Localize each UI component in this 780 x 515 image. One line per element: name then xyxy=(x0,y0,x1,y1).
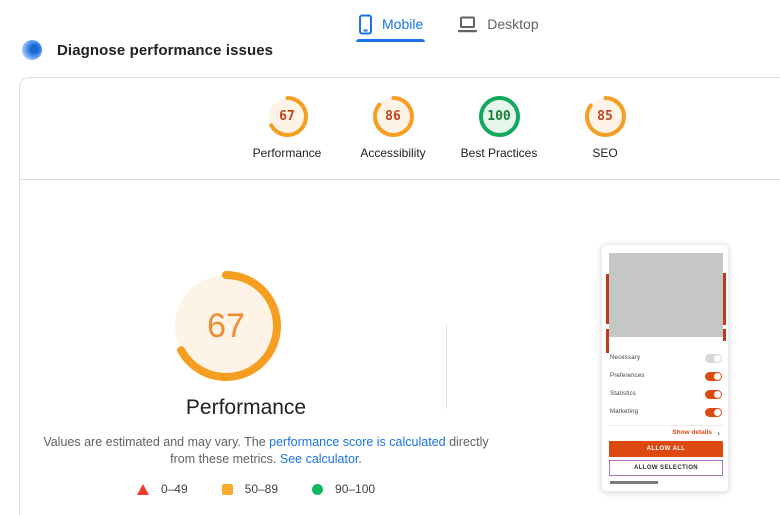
pagespeed-insights-page: Diagnose performance issues Mobile Deskt… xyxy=(0,0,780,515)
cookie-category-label: Statistics xyxy=(610,391,637,397)
screenshot-right-bar xyxy=(723,329,726,341)
green-circle-icon xyxy=(312,483,324,495)
show-details-label: Show details xyxy=(672,429,712,436)
chevron-right-icon: › xyxy=(717,427,720,438)
gauge-label: Best Practices xyxy=(460,146,538,160)
cookie-consent-toggles: Necessary Preferences Statistics Marketing xyxy=(610,349,722,421)
score-range-legend: 0–49 50–89 90–100 xyxy=(46,482,466,496)
performance-description: Values are estimated and may vary. The p… xyxy=(40,434,492,468)
allow-all-button: ALLOW ALL xyxy=(609,441,723,457)
tab-mobile-label: Mobile xyxy=(382,16,424,32)
toggle-knob xyxy=(714,408,721,416)
toggle-switch xyxy=(705,389,722,399)
summary-gauge-best-practices[interactable]: 100 Best Practices xyxy=(454,96,544,160)
orange-square-icon xyxy=(221,483,233,495)
toggle-knob xyxy=(714,372,721,380)
description-text: Values are estimated and may vary. The xyxy=(43,435,270,449)
allow-selection-button: ALLOW SELECTION xyxy=(609,460,723,476)
cookie-category-label: Marketing xyxy=(610,409,639,415)
cookie-category-label: Necessary xyxy=(610,355,641,361)
page-header: Diagnose performance issues xyxy=(22,40,273,60)
see-calculator-link[interactable]: See calculator xyxy=(280,452,359,466)
legend-range: 90–100 xyxy=(335,482,376,496)
cookie-toggle-row: Preferences xyxy=(610,367,722,385)
score-ring: 85 xyxy=(584,96,626,137)
show-details-link: Show details › xyxy=(672,427,720,438)
summary-gauge-performance[interactable]: 67 Performance xyxy=(242,96,332,160)
performance-section-title: Performance xyxy=(185,396,307,419)
page-title: Diagnose performance issues xyxy=(57,41,274,59)
cookie-toggle-row: Statistics xyxy=(610,385,722,403)
mobile-phone-icon xyxy=(358,14,373,35)
score-value: 86 xyxy=(385,109,401,124)
score-calculation-link[interactable]: performance score is calculated xyxy=(269,435,445,449)
toggle-switch xyxy=(705,353,722,363)
legend-item-average: 50–89 xyxy=(221,482,279,496)
column-divider xyxy=(446,324,447,409)
device-tabs: Mobile Desktop xyxy=(356,6,541,42)
toggle-switch xyxy=(705,371,722,381)
screenshot-image-placeholder xyxy=(609,253,723,337)
gauge-label: Accessibility xyxy=(360,146,426,160)
legend-item-fail: 0–49 xyxy=(136,482,188,496)
summary-gauge-accessibility[interactable]: 86 Accessibility xyxy=(348,96,438,160)
page-screenshot-thumbnail[interactable]: Necessary Preferences Statistics Marketing … xyxy=(601,244,729,492)
desktop-laptop-icon xyxy=(457,15,478,33)
cookie-divider xyxy=(609,425,723,426)
summary-gauge-seo[interactable]: 85 SEO xyxy=(560,96,650,160)
tab-mobile[interactable]: Mobile xyxy=(356,6,426,42)
toggle-knob xyxy=(714,354,721,362)
report-card: 67 Performance 86 Accessibility 100 Best… xyxy=(19,77,780,515)
legend-range: 50–89 xyxy=(244,482,279,496)
tab-desktop-label: Desktop xyxy=(487,16,539,32)
red-triangle-icon xyxy=(136,483,149,495)
score-ring: 67 xyxy=(266,96,308,137)
legend-range: 0–49 xyxy=(160,482,188,496)
cookie-toggle-row: Marketing xyxy=(610,403,722,421)
screenshot-left-bar xyxy=(606,329,609,353)
toggle-knob xyxy=(714,390,721,398)
screenshot-right-bar xyxy=(723,273,726,325)
toggle-switch xyxy=(705,407,722,417)
active-tab-underline xyxy=(356,39,426,42)
legend-item-good: 90–100 xyxy=(312,482,375,496)
cookie-category-label: Preferences xyxy=(610,373,645,379)
gauge-label: Performance xyxy=(252,146,322,160)
score-value: 100 xyxy=(487,109,511,124)
score-ring: 86 xyxy=(372,96,414,137)
section-separator xyxy=(20,179,780,180)
cookie-toggle-row: Necessary xyxy=(610,349,722,367)
score-value: 85 xyxy=(597,109,613,124)
score-ring: 100 xyxy=(478,96,520,137)
pagespeed-logo-icon xyxy=(22,40,42,60)
fine-print-line xyxy=(610,481,658,484)
screenshot-left-bar xyxy=(606,274,609,324)
score-value: 67 xyxy=(279,109,295,124)
tab-desktop[interactable]: Desktop xyxy=(455,6,540,42)
description-text: . xyxy=(358,452,362,466)
gauge-label: SEO xyxy=(592,146,618,160)
score-summary-row: 67 Performance 86 Accessibility 100 Best… xyxy=(242,96,650,160)
performance-score-gauge: 67 xyxy=(171,271,281,381)
performance-score-value: 67 xyxy=(207,306,245,345)
